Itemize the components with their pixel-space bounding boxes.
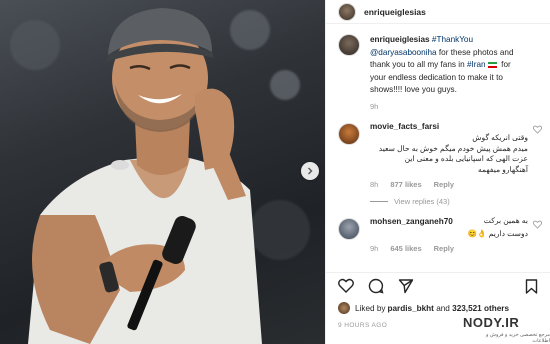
divider: [370, 201, 388, 202]
liker-username[interactable]: pardis_bkht: [388, 304, 434, 313]
comment-meta: 9h 645 likes Reply: [370, 244, 528, 253]
comment-icon[interactable]: [368, 278, 384, 294]
comment-username[interactable]: movie_facts_farsi: [370, 121, 528, 134]
instagram-post: enriqueiglesias enriqueiglesias #ThankYo…: [0, 0, 550, 344]
comment-time: 8h: [370, 180, 379, 189]
commenter-avatar[interactable]: [338, 122, 360, 145]
comment-text: وقتی انریکه گوش میدم همش پیش خودم میگم خ…: [370, 133, 528, 175]
comment-author[interactable]: mohsen_zanganeh70: [370, 216, 453, 229]
heart-icon[interactable]: [533, 220, 542, 229]
action-bar: [326, 272, 550, 298]
caption-time: 9h: [370, 101, 379, 111]
caption-username[interactable]: enriqueiglesias: [370, 35, 430, 44]
view-replies-button[interactable]: View replies (43): [370, 197, 528, 206]
hashtag-thankyou[interactable]: #ThankYou: [432, 35, 473, 44]
view-replies-label[interactable]: View replies (43): [394, 197, 450, 206]
author-username[interactable]: enriqueiglesias: [364, 7, 426, 17]
post-header: enriqueiglesias: [326, 0, 550, 24]
comment-item: mohsen_zanganeh70 به همین برکت دوست داری…: [326, 216, 550, 253]
iran-flag-icon: [487, 61, 497, 68]
heart-icon[interactable]: [338, 278, 354, 293]
comment-line: آهنگهارو میفهمه: [477, 164, 528, 174]
site-watermark: NODY.IR: [463, 315, 520, 330]
comment-line: میدم همش پیش خودم میگم خوش به حال سعید: [378, 143, 528, 153]
comment-line: به همین برکت: [483, 216, 528, 225]
share-icon[interactable]: [398, 278, 414, 294]
comments-list[interactable]: enriqueiglesias #ThankYou @daryasaboonih…: [326, 28, 550, 270]
caption-avatar[interactable]: [338, 34, 360, 56]
caption-text: enriqueiglesias #ThankYou @daryasaboonih…: [370, 34, 528, 97]
comment-likes[interactable]: 645 likes: [390, 244, 421, 253]
caption-meta: 9h: [370, 102, 528, 111]
likes-prefix: Liked by: [355, 303, 386, 313]
comment-line: عزت الهی که اسپانیایی بلده و معنی این: [404, 154, 528, 163]
comment-author[interactable]: movie_facts_farsi: [370, 122, 439, 131]
site-watermark-sub: مرجع تخصصی خرید و فروش و اطلاعات: [486, 332, 550, 344]
performer-figure: [28, 8, 262, 344]
post-photo[interactable]: [0, 0, 325, 344]
author-avatar[interactable]: [338, 2, 356, 21]
post-side-panel: enriqueiglesias enriqueiglesias #ThankYo…: [325, 0, 550, 344]
commenter-avatar[interactable]: [338, 218, 360, 240]
likes-middle: and: [433, 303, 453, 313]
comment-line: وقتی انریکه گوش: [472, 133, 528, 142]
heart-icon[interactable]: [533, 125, 542, 134]
comment-time: 9h: [370, 244, 379, 253]
comment-username[interactable]: mohsen_zanganeh70 به همین برکت: [370, 216, 528, 229]
comment-line: دوست داریم: [488, 228, 528, 238]
chevron-right-icon: [308, 167, 313, 175]
comment-likes[interactable]: 877 likes: [390, 180, 421, 189]
comment-item: movie_facts_farsi وقتی انریکه گوش میدم ه…: [326, 121, 550, 206]
likes-summary: Liked by pardis_bkht and 323,521 others: [338, 302, 542, 314]
bookmark-icon[interactable]: [525, 279, 538, 294]
comment-text: دوست داریم 👌😊: [467, 228, 528, 238]
reply-button[interactable]: Reply: [434, 244, 454, 253]
post-caption: enriqueiglesias #ThankYou @daryasaboonih…: [326, 28, 550, 111]
hashtag-iran[interactable]: #Iran: [467, 60, 486, 69]
liker-avatar[interactable]: [338, 302, 350, 314]
next-photo-button[interactable]: [301, 162, 319, 180]
reply-button[interactable]: Reply: [434, 180, 454, 189]
posted-time: 9 HOURS AGO: [338, 322, 388, 329]
mention-link[interactable]: @daryasabooniha: [370, 48, 437, 57]
comment-meta: 8h 877 likes Reply: [370, 180, 528, 189]
likes-count[interactable]: 323,521 others: [452, 304, 509, 313]
